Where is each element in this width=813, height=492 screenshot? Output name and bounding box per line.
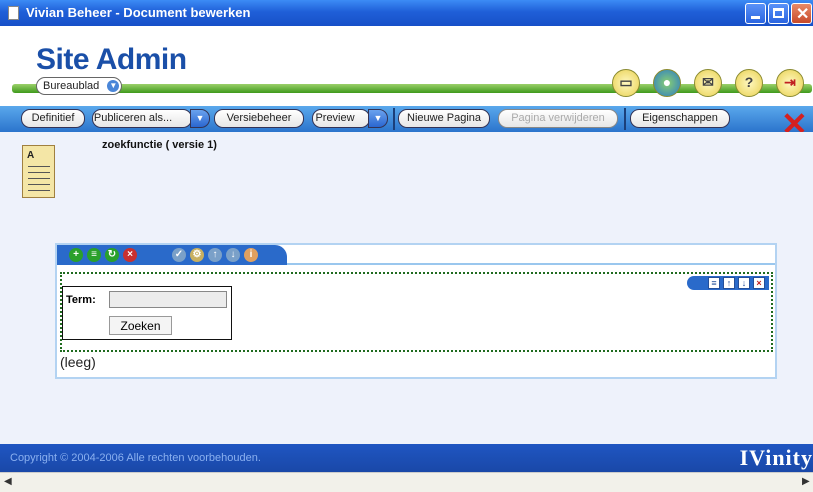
- minimize-button[interactable]: [745, 3, 766, 24]
- toolbar-separator: [393, 108, 395, 130]
- block-delete-icon[interactable]: ×: [753, 277, 765, 289]
- preview-button[interactable]: Preview: [312, 109, 370, 128]
- search-form: Term: Zoeken: [62, 286, 232, 340]
- scroll-right-icon[interactable]: ▶: [802, 476, 810, 487]
- header-divider: [12, 84, 812, 93]
- move-up-icon[interactable]: ↑: [208, 248, 222, 262]
- check-icon[interactable]: ✓: [172, 248, 186, 262]
- container-tabbar: + ≡ ↻ × ✓ ⚙ ↑ ↓ i: [57, 245, 775, 265]
- maximize-button[interactable]: [768, 3, 789, 24]
- add-icon[interactable]: +: [69, 248, 83, 262]
- window-title: Vivian Beheer - Document bewerken: [26, 5, 251, 20]
- settings-icon[interactable]: ⚙: [190, 248, 204, 262]
- block-up-icon[interactable]: ↑: [723, 277, 735, 289]
- chevron-down-icon: ▼: [195, 113, 205, 123]
- term-input[interactable]: [109, 291, 227, 308]
- publiceren-dropdown[interactable]: ▼: [190, 109, 210, 128]
- list-icon[interactable]: ≡: [87, 248, 101, 262]
- eigenschappen-button[interactable]: Eigenschappen: [630, 109, 730, 128]
- toolbar: Definitief Publiceren als... ▼ Versiebeh…: [0, 106, 813, 132]
- logout-icon[interactable]: ⇥: [776, 69, 804, 97]
- publiceren-button[interactable]: Publiceren als...: [92, 109, 192, 128]
- pagina-verwijderen-button[interactable]: Pagina verwijderen: [498, 109, 618, 128]
- title-bar: Vivian Beheer - Document bewerken ✕: [0, 0, 813, 26]
- editor-content: A zoekfunctie ( versie 1) + ≡ ↻ × ✓ ⚙ ↑ …: [0, 132, 813, 444]
- term-label: Term:: [66, 294, 96, 306]
- empty-placeholder: (leeg): [60, 354, 96, 370]
- help-icon[interactable]: ?: [735, 69, 763, 97]
- nieuwe-pagina-button[interactable]: Nieuwe Pagina: [398, 109, 490, 128]
- toolbar-separator: [624, 108, 626, 130]
- zoeken-button[interactable]: Zoeken: [109, 316, 172, 335]
- refresh-icon[interactable]: ↻: [105, 248, 119, 262]
- delete-icon[interactable]: ×: [123, 248, 137, 262]
- document-icon: [8, 6, 19, 20]
- container-tools: + ≡ ↻ × ✓ ⚙ ↑ ↓ i: [57, 245, 287, 265]
- footer: Copyright © 2004-2006 Alle rechten voorb…: [0, 444, 813, 472]
- versiebeheer-button[interactable]: Versiebeheer: [214, 109, 304, 128]
- app-window: Vivian Beheer - Document bewerken ✕ Site…: [0, 0, 813, 492]
- block-list-icon[interactable]: ≡: [708, 277, 720, 289]
- publiceren-label: Publiceren als...: [93, 112, 173, 124]
- document-title: zoekfunctie ( versie 1): [102, 139, 217, 151]
- copyright-text: Copyright © 2004-2006 Alle rechten voorb…: [10, 452, 261, 464]
- scroll-left-icon[interactable]: ◀: [4, 476, 12, 487]
- brand-logo: IVinity: [739, 445, 813, 470]
- site-header: Site Admin Bureaublad ▼ ▭ ● ✉ ? ⇥: [0, 26, 813, 106]
- workspace-select-label: Bureaublad: [43, 80, 100, 92]
- preview-dropdown[interactable]: ▼: [368, 109, 388, 128]
- document-page-icon: A: [22, 145, 55, 198]
- brand-title: Site Admin: [36, 43, 187, 76]
- horizontal-scrollbar[interactable]: ◀ ▶: [0, 472, 813, 492]
- search-block: ≡ ↑ ↓ × Term: Zoeken: [60, 272, 773, 352]
- mail-icon[interactable]: ✉: [694, 69, 722, 97]
- document-icon-tag: A: [27, 150, 35, 161]
- workspace-select[interactable]: Bureaublad ▼: [36, 77, 123, 95]
- block-down-icon[interactable]: ↓: [738, 277, 750, 289]
- content-container: + ≡ ↻ × ✓ ⚙ ↑ ↓ i ≡ ↑ ↓ × Term: Zoeken (…: [55, 243, 777, 379]
- definitief-button[interactable]: Definitief: [21, 109, 85, 128]
- close-button[interactable]: ✕: [791, 3, 812, 24]
- block-tools: ≡ ↑ ↓ ×: [687, 276, 769, 290]
- chevron-down-icon: ▼: [373, 113, 383, 123]
- move-down-icon[interactable]: ↓: [226, 248, 240, 262]
- globe-icon[interactable]: ●: [653, 69, 681, 97]
- preview-label: Preview: [315, 112, 355, 124]
- info-icon[interactable]: i: [244, 248, 258, 262]
- pages-icon[interactable]: ▭: [612, 69, 640, 97]
- chevron-down-icon: ▼: [107, 80, 120, 92]
